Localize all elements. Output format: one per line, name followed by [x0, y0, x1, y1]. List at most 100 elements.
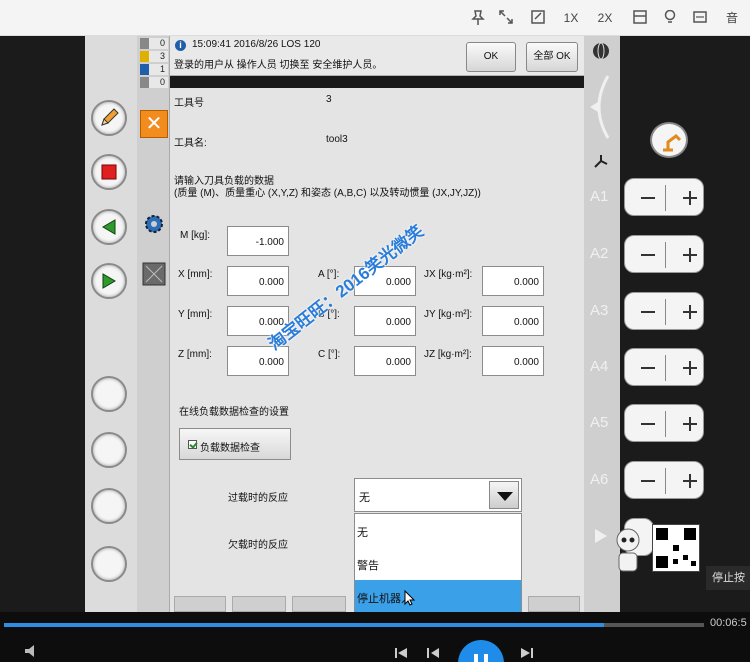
- soft-key-2[interactable]: [91, 432, 127, 468]
- overload-reaction-value: 无: [359, 492, 370, 504]
- pin-icon[interactable]: [470, 10, 486, 26]
- progress-fill: [4, 623, 604, 627]
- close-button[interactable]: ✕: [140, 110, 168, 138]
- robot-mascot-icon: [608, 526, 648, 580]
- previous-icon[interactable]: [394, 646, 408, 662]
- edit-icon[interactable]: [530, 10, 546, 26]
- step-backward-button[interactable]: [91, 209, 127, 245]
- bulb-icon[interactable]: [662, 9, 678, 26]
- jog-a4[interactable]: [624, 348, 704, 386]
- jy-label: JY [kg·m²]:: [424, 309, 473, 320]
- jog-a2[interactable]: [624, 235, 704, 273]
- player-controls: [0, 638, 750, 662]
- jx-label: JX [kg·m²]:: [424, 269, 473, 280]
- list-icon[interactable]: [632, 10, 648, 26]
- message-timestamp: 15:09:41 2016/8/26 LOS 120: [192, 39, 321, 50]
- zoom-2x-button[interactable]: 2X: [596, 10, 614, 26]
- counter-item: 3: [140, 51, 168, 62]
- instruction-line-2: (质量 (M)、质量重心 (X,Y,Z) 和姿态 (A,B,C) 以及转动惯量 …: [174, 188, 481, 199]
- mass-label: M [kg]:: [180, 230, 211, 241]
- progress-track[interactable]: [4, 623, 704, 627]
- video-left-margin: [0, 36, 85, 612]
- softkey-3[interactable]: [292, 596, 346, 612]
- coordinate-icon[interactable]: [592, 152, 610, 170]
- softkey-4[interactable]: [528, 596, 580, 612]
- counter-item: 0: [140, 38, 168, 49]
- jz-input[interactable]: 0.000: [482, 346, 544, 376]
- tool-name-value: tool3: [326, 134, 348, 145]
- b-input[interactable]: 0.000: [354, 306, 416, 336]
- jog-a5[interactable]: [624, 404, 704, 442]
- stop-button[interactable]: [91, 154, 127, 190]
- fullscreen-icon[interactable]: [498, 10, 514, 26]
- c-input[interactable]: 0.000: [354, 346, 416, 376]
- pause-icon: [474, 654, 478, 662]
- tool-name-label: 工具名:: [174, 138, 207, 149]
- start-forward-button[interactable]: [91, 263, 127, 299]
- axis-label-a3: A3: [590, 302, 609, 319]
- load-data-check-label: 负载数据检查: [200, 443, 260, 454]
- softkey-1[interactable]: [174, 596, 226, 612]
- gear-icon[interactable]: [142, 212, 166, 236]
- robot-mode-button[interactable]: [650, 122, 688, 158]
- axis-label-a2: A2: [590, 245, 609, 262]
- soft-key-4[interactable]: [91, 546, 127, 582]
- pencil-icon: [93, 102, 125, 134]
- screen: 1X 2X 音 0 3 1 0 ✕ i 15:09:41 2016/8/26 L…: [0, 0, 750, 662]
- close-icon: ✕: [145, 113, 163, 135]
- online-check-heading: 在线负载数据检查的设置: [179, 407, 289, 418]
- triangle-left-icon: [93, 211, 125, 243]
- load-data-check-toggle[interactable]: 负载数据检查: [179, 428, 291, 460]
- z-label: Z [mm]:: [178, 349, 212, 360]
- stop-hint-label: 停止按: [706, 566, 750, 590]
- message-bar: i 15:09:41 2016/8/26 LOS 120 登录的用户从 操作人员…: [170, 36, 584, 76]
- dropdown-option-warning[interactable]: 警告: [355, 547, 521, 579]
- all-ok-button[interactable]: 全部 OK: [526, 42, 578, 72]
- soft-key-3[interactable]: [91, 488, 127, 524]
- axis-label-a6: A6: [590, 471, 609, 488]
- mass-input[interactable]: -1.000: [227, 226, 289, 256]
- zoom-1x-button[interactable]: 1X: [562, 10, 580, 26]
- x-input[interactable]: 0.000: [227, 266, 289, 296]
- axis-label-a4: A4: [590, 358, 609, 375]
- rewind-icon[interactable]: [426, 646, 440, 662]
- jog-a6[interactable]: [624, 461, 704, 499]
- jog-a1[interactable]: [624, 178, 704, 216]
- qr-code-icon: [652, 524, 700, 572]
- overload-reaction-label: 过载时的反应: [228, 493, 288, 504]
- message-counters[interactable]: 0 3 1 0: [138, 36, 170, 88]
- playback-time: 00:06:5: [710, 617, 747, 629]
- x-label: X [mm]:: [178, 269, 213, 280]
- axis-label-a5: A5: [590, 414, 609, 431]
- chevron-down-icon[interactable]: [489, 481, 519, 509]
- jx-input[interactable]: 0.000: [482, 266, 544, 296]
- soft-key-1[interactable]: [91, 376, 127, 412]
- counter-item: 0: [140, 77, 168, 88]
- grid-icon[interactable]: [142, 262, 166, 286]
- softkey-2[interactable]: [232, 596, 286, 612]
- tool-number-value: 3: [326, 94, 332, 105]
- space-mouse-icon: [586, 72, 616, 142]
- video-progress-bar[interactable]: 00:06:5: [0, 612, 750, 638]
- jog-a3[interactable]: [624, 292, 704, 330]
- triangle-right-icon: [93, 265, 125, 297]
- next-icon[interactable]: [520, 646, 534, 662]
- numeric-input-form: 工具号 3 工具名: tool3 请输入刀具负载的数据 (质量 (M)、质量重心…: [170, 88, 584, 612]
- message-text: 登录的用户从 操作人员 切换至 安全维护人员。: [174, 60, 383, 71]
- info-icon: i: [175, 40, 186, 51]
- globe-icon[interactable]: [592, 42, 610, 60]
- checkbox-checked-icon: [188, 440, 197, 449]
- y-label: Y [mm]:: [178, 309, 213, 320]
- counter-item: 1: [140, 64, 168, 75]
- jy-input[interactable]: 0.000: [482, 306, 544, 336]
- underload-reaction-label: 欠载时的反应: [228, 540, 288, 551]
- dropdown-option-none[interactable]: 无: [355, 514, 521, 546]
- play-arrow-icon[interactable]: [594, 528, 608, 549]
- robot-arm-icon: [660, 130, 682, 157]
- edit-pencil-button[interactable]: [91, 100, 127, 136]
- audio-button[interactable]: 音: [724, 10, 740, 26]
- ok-button[interactable]: OK: [466, 42, 516, 72]
- picture-icon[interactable]: [692, 10, 708, 26]
- overload-reaction-select[interactable]: 无: [354, 478, 522, 512]
- volume-icon[interactable]: [24, 644, 40, 662]
